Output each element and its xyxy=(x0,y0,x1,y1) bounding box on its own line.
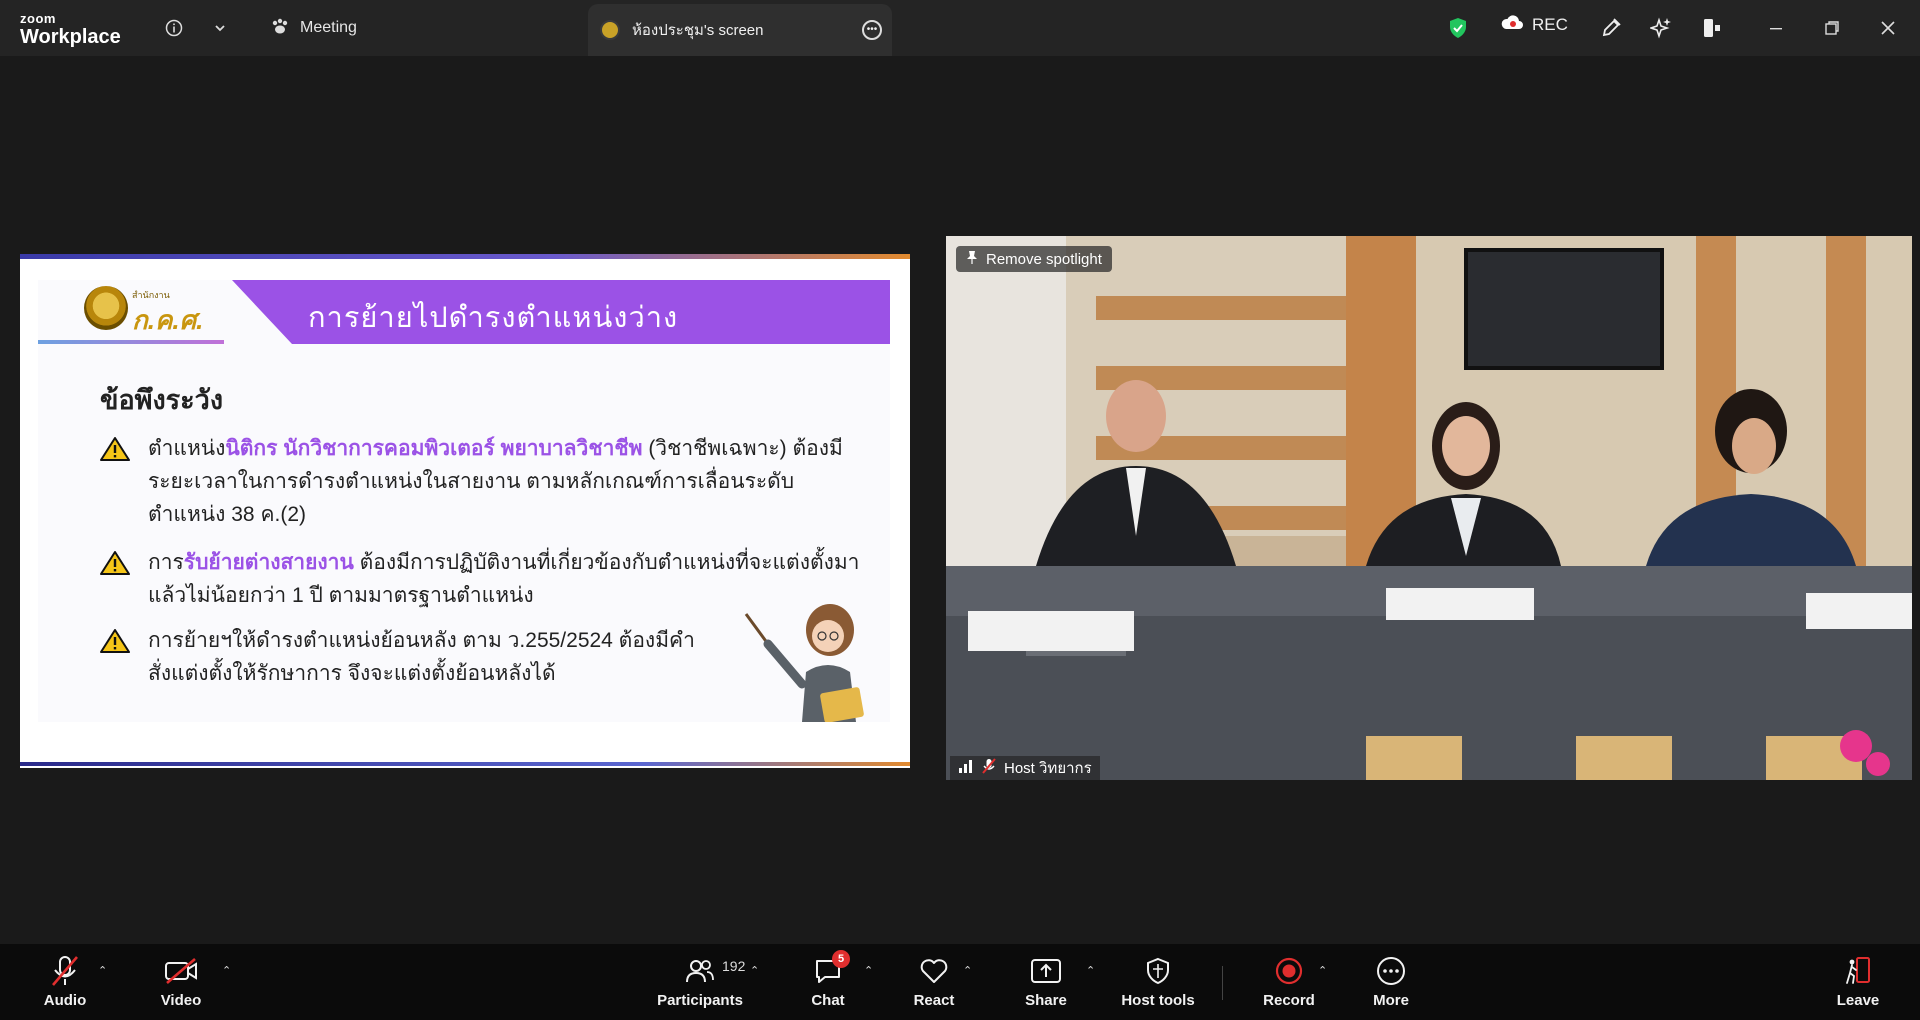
annotate-pen-icon[interactable] xyxy=(1597,14,1625,42)
leave-label: Leave xyxy=(1836,992,1880,1009)
meeting-tab[interactable]: Meeting xyxy=(270,14,357,42)
muted-mic-icon xyxy=(45,952,85,990)
audio-options-caret[interactable]: ⌃ xyxy=(98,964,107,977)
encryption-shield-icon[interactable] xyxy=(1444,14,1472,42)
video-button[interactable]: Video xyxy=(136,952,226,1014)
presenter-avatar xyxy=(600,20,620,40)
logo-text: ก.ค.ศ. xyxy=(132,305,204,335)
cloud-recording-indicator[interactable]: REC xyxy=(1500,14,1568,35)
participants-options-caret[interactable]: ⌃ xyxy=(750,964,759,977)
share-label: Share xyxy=(1025,992,1067,1009)
slide-heading: ข้อพึงระวัง xyxy=(100,385,224,415)
more-options-icon[interactable]: ••• xyxy=(862,20,882,40)
slide-title: การย้ายไปดำรงตำแหน่งว่าง xyxy=(308,302,679,334)
screen-tab-label: ห้องประชุม's screen xyxy=(632,22,764,39)
record-button[interactable]: Record xyxy=(1244,952,1334,1014)
participants-icon: 192 xyxy=(680,952,745,990)
bullet1-highlight: นิติกร นักวิชาการคอมพิวเตอร์ พยาบาลวิชาช… xyxy=(225,437,643,460)
bullet2-pre: การ xyxy=(148,551,184,574)
participants-button[interactable]: 192 Participants xyxy=(645,952,755,1014)
ocsc-logo: สำนักงาน ก.ค.ศ. xyxy=(38,280,228,344)
audio-button[interactable]: Audio xyxy=(20,952,110,1014)
spotlight-video-tile[interactable]: Remove spotlight Host วิทยากร xyxy=(946,236,1912,780)
emblem-seal-icon xyxy=(84,286,128,330)
more-button[interactable]: More xyxy=(1346,952,1436,1014)
remove-spotlight-button[interactable]: Remove spotlight xyxy=(956,246,1112,272)
zoom-workplace-logo: zoom Workplace xyxy=(20,12,121,47)
host-tools-label: Host tools xyxy=(1121,992,1195,1009)
share-screen-icon xyxy=(1026,952,1066,990)
record-options-caret[interactable]: ⌃ xyxy=(1318,964,1327,977)
teacher-illustration xyxy=(744,604,864,722)
cloud-rec-icon xyxy=(1500,14,1524,35)
video-scene xyxy=(946,236,1912,780)
shared-screen-content[interactable]: สำนักงาน ก.ค.ศ. การย้ายไปดำรงตำแหน่งว่าง… xyxy=(20,254,910,768)
ai-companion-sparkle-icon[interactable] xyxy=(1647,14,1675,42)
bullet-text: ตำแหน่งนิติกร นักวิชาการคอมพิวเตอร์ พยาบ… xyxy=(148,432,868,531)
signal-strength-icon xyxy=(958,759,974,777)
audio-label: Audio xyxy=(43,992,87,1009)
leave-door-icon xyxy=(1838,952,1878,990)
share-button[interactable]: Share xyxy=(1001,952,1091,1014)
bullet-item: ตำแหน่งนิติกร นักวิชาการคอมพิวเตอร์ พยาบ… xyxy=(100,432,860,532)
chat-icon: 5 xyxy=(808,950,850,990)
warning-icon xyxy=(100,437,130,461)
slide-title-banner: การย้ายไปดำรงตำแหน่งว่าง xyxy=(232,280,890,344)
close-icon[interactable] xyxy=(1874,14,1902,42)
bullet2-highlight: รับย้ายต่างสายงาน xyxy=(183,551,354,574)
heart-icon xyxy=(914,952,954,990)
record-icon xyxy=(1269,952,1309,990)
info-icon[interactable] xyxy=(160,14,188,42)
video-label: Video xyxy=(160,992,202,1009)
presentation-slide: สำนักงาน ก.ค.ศ. การย้ายไปดำรงตำแหน่งว่าง… xyxy=(38,280,890,722)
participant-name: Host วิทยากร xyxy=(1004,760,1092,777)
more-dots-icon xyxy=(1371,952,1411,990)
leave-button[interactable]: Leave xyxy=(1813,952,1903,1014)
chat-button[interactable]: 5 Chat xyxy=(783,950,873,1014)
chat-unread-badge: 5 xyxy=(832,950,850,968)
meeting-paw-icon xyxy=(270,16,290,41)
record-label: Record xyxy=(1263,992,1315,1009)
react-label: React xyxy=(913,992,955,1009)
chat-label: Chat xyxy=(811,992,845,1009)
chat-options-caret[interactable]: ⌃ xyxy=(864,964,873,977)
host-shield-icon xyxy=(1138,952,1178,990)
slide-top-border xyxy=(20,254,910,259)
title-bar: zoom Workplace Meeting ห้องประชุม's scre… xyxy=(0,0,1920,56)
video-options-caret[interactable]: ⌃ xyxy=(222,964,231,977)
restore-icon[interactable] xyxy=(1818,14,1846,42)
apps-icon[interactable] xyxy=(1698,14,1726,42)
brand-bottom: Workplace xyxy=(20,26,121,48)
video-off-icon xyxy=(161,952,201,990)
chevron-down-icon[interactable] xyxy=(206,14,234,42)
share-options-caret[interactable]: ⌃ xyxy=(1086,964,1095,977)
bullet1-pre: ตำแหน่ง xyxy=(148,437,226,460)
pin-icon xyxy=(966,250,978,268)
host-tools-button[interactable]: Host tools xyxy=(1113,952,1203,1014)
meeting-controls: Audio ⌃ Video ⌃ 192 Participants ⌃ 5 Cha… xyxy=(0,944,1920,1020)
slide-bottom-border xyxy=(20,762,910,766)
toolbar-divider xyxy=(1222,966,1223,1000)
logo-underline xyxy=(38,340,224,344)
brand-top: zoom xyxy=(20,11,56,26)
minimize-icon[interactable] xyxy=(1762,14,1790,42)
remove-spotlight-label: Remove spotlight xyxy=(986,250,1102,268)
shared-screen-tab[interactable]: ห้องประชุม's screen ••• xyxy=(588,4,892,56)
more-label: More xyxy=(1373,992,1409,1009)
react-options-caret[interactable]: ⌃ xyxy=(963,964,972,977)
participant-name-tag: Host วิทยากร xyxy=(950,756,1100,780)
participants-label: Participants xyxy=(657,992,743,1009)
meeting-tab-label: Meeting xyxy=(300,19,357,36)
rec-label: REC xyxy=(1532,14,1568,34)
react-button[interactable]: React xyxy=(889,952,979,1014)
participants-count: 192 xyxy=(722,958,746,974)
meeting-stage: สำนักงาน ก.ค.ศ. การย้ายไปดำรงตำแหน่งว่าง… xyxy=(0,56,1920,944)
warning-icon xyxy=(100,551,130,575)
warning-icon xyxy=(100,629,130,653)
muted-mic-icon xyxy=(982,758,996,778)
bullet-text: การย้ายฯให้ดำรงตำแหน่งย้อนหลัง ตาม ว.255… xyxy=(148,629,695,685)
